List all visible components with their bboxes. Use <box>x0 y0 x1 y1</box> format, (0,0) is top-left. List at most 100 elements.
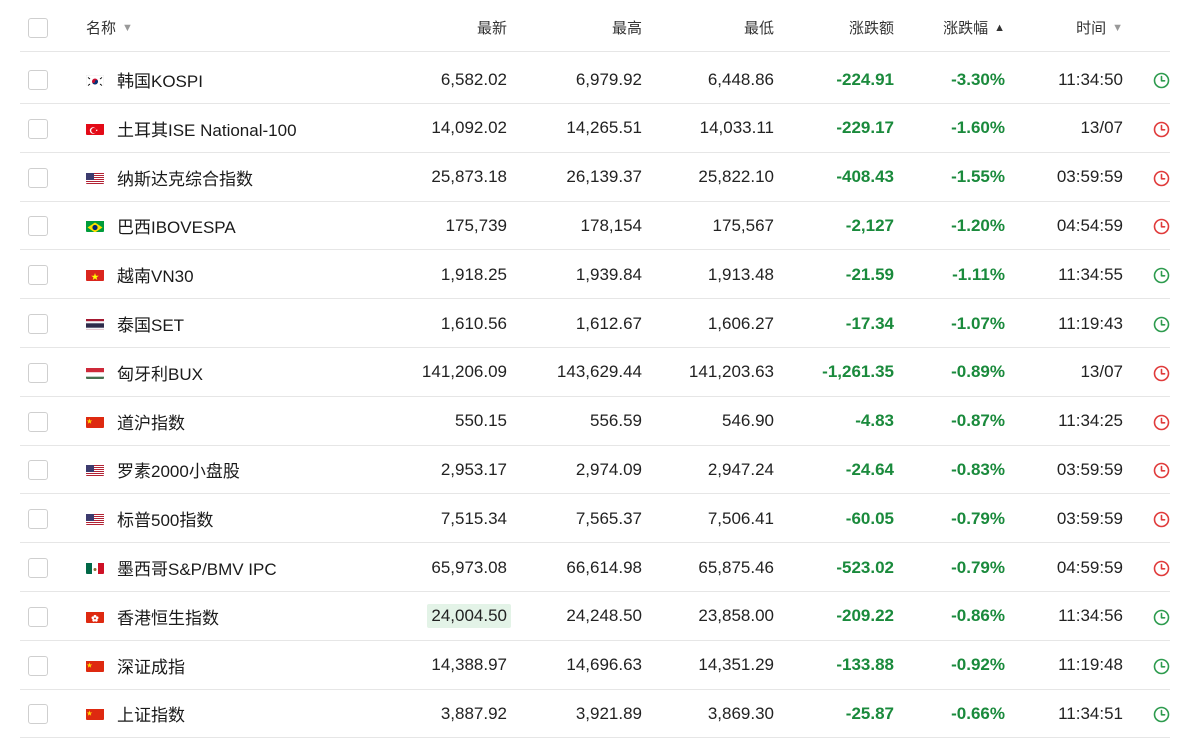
market-closed-clock-icon[interactable] <box>1153 560 1170 577</box>
index-name-cell[interactable]: 泰国SET <box>86 300 184 347</box>
row-checkbox[interactable] <box>28 118 48 139</box>
header-low[interactable]: 最低 <box>744 4 774 51</box>
index-name[interactable]: 巴西IBOVESPA <box>117 213 236 238</box>
index-name-cell[interactable]: 上证指数 <box>86 690 185 737</box>
index-name[interactable]: 纳斯达克综合指数 <box>117 165 253 190</box>
row-checkbox[interactable] <box>28 411 48 432</box>
header-high-label: 最高 <box>611 20 642 37</box>
last-price: 1,918.25 <box>441 251 507 298</box>
index-name[interactable]: 道沪指数 <box>117 409 185 434</box>
change-value: -229.17 <box>836 118 894 138</box>
row-checkbox[interactable] <box>28 362 48 383</box>
index-name[interactable]: 罗素2000小盘股 <box>117 457 240 482</box>
index-name-cell[interactable]: 土耳其ISE National-100 <box>86 105 297 152</box>
row-checkbox[interactable] <box>28 606 48 627</box>
last-price-value: 14,092.02 <box>431 118 507 138</box>
sort-down-icon[interactable]: ▼ <box>122 22 133 34</box>
index-name-cell[interactable]: 标普500指数 <box>86 495 213 542</box>
table-row[interactable]: 罗素2000小盘股 2,953.17 2,974.09 2,947.24 -24.64 -… <box>20 446 1170 495</box>
index-name-cell[interactable]: 墨西哥S&P/BMV IPC <box>86 544 277 591</box>
high-price: 6,979.92 <box>575 69 642 89</box>
table-row[interactable]: 纳斯达克综合指数 25,873.18 26,139.37 25,822.10 -408.… <box>20 154 1170 202</box>
change-value: -1,261.35 <box>822 362 894 382</box>
row-checkbox[interactable] <box>28 460 48 481</box>
index-name-cell[interactable]: 巴西IBOVESPA <box>86 202 236 249</box>
sort-up-icon[interactable]: ▲ <box>994 22 1005 34</box>
market-open-clock-icon[interactable] <box>1153 658 1170 675</box>
table-row[interactable]: 标普500指数 7,515.34 7,565.37 7,506.41 -60.05 -0.… <box>20 495 1170 544</box>
change-percent: -3.30% <box>951 69 1005 89</box>
index-name[interactable]: 墨西哥S&P/BMV IPC <box>117 555 277 580</box>
index-name[interactable]: 标普500指数 <box>117 506 213 531</box>
row-checkbox[interactable] <box>28 167 48 188</box>
index-name[interactable]: 匈牙利BUX <box>117 360 203 385</box>
index-name[interactable]: 泰国SET <box>117 311 184 336</box>
market-closed-clock-icon[interactable] <box>1153 170 1170 187</box>
index-name[interactable]: 韩国KOSPI <box>117 67 203 92</box>
change-percent: -0.86% <box>951 606 1005 626</box>
market-closed-clock-icon[interactable] <box>1153 511 1170 528</box>
table-row[interactable]: 道沪指数 550.15 556.59 546.90 -4.83 -0.87% 11:34:2… <box>20 398 1170 446</box>
change-percent: -0.83% <box>951 459 1005 479</box>
change-percent: -1.20% <box>951 215 1005 235</box>
table-row[interactable]: 泰国SET 1,610.56 1,612.67 1,606.27 -17.34 -1.07… <box>20 300 1170 348</box>
market-open-clock-icon[interactable] <box>1153 267 1170 284</box>
header-change[interactable]: 涨跌额 <box>849 4 894 51</box>
table-row[interactable]: 上证指数 3,887.92 3,921.89 3,869.30 -25.87 -0.66%… <box>20 690 1170 739</box>
index-name[interactable]: 上证指数 <box>117 701 185 726</box>
header-high[interactable]: 最高 <box>612 4 642 51</box>
index-name[interactable]: 越南VN30 <box>117 262 194 287</box>
last-price: 25,873.18 <box>431 154 507 201</box>
table-row[interactable]: 香港恒生指数 24,004.50 24,248.50 23,858.00 -209.22… <box>20 593 1170 641</box>
row-checkbox[interactable] <box>28 265 48 286</box>
table-row[interactable]: 越南VN30 1,918.25 1,939.84 1,913.48 -21.59 -1.1… <box>20 251 1170 300</box>
select-all-checkbox[interactable] <box>28 18 48 38</box>
header-time[interactable]: 时间 ▼ <box>1076 4 1123 51</box>
us-flag-icon <box>86 512 104 526</box>
row-checkbox[interactable] <box>28 655 48 676</box>
header-last[interactable]: 最新 <box>477 4 507 51</box>
index-name-cell[interactable]: 罗素2000小盘股 <box>86 446 240 493</box>
index-name[interactable]: 土耳其ISE National-100 <box>117 116 297 141</box>
market-closed-clock-icon[interactable] <box>1153 462 1170 479</box>
sort-down-icon[interactable]: ▼ <box>1112 22 1123 34</box>
table-row[interactable]: 墨西哥S&P/BMV IPC 65,973.08 66,614.98 65,875.4… <box>20 544 1170 592</box>
row-checkbox[interactable] <box>28 70 48 90</box>
market-open-clock-icon[interactable] <box>1153 316 1170 333</box>
market-closed-clock-icon[interactable] <box>1153 218 1170 235</box>
table-row[interactable]: 韩国KOSPI 6,582.02 6,979.92 6,448.86 -224.91 -3… <box>20 56 1170 104</box>
index-name-cell[interactable]: 越南VN30 <box>86 251 194 298</box>
header-low-label: 最低 <box>743 20 774 37</box>
index-name-cell[interactable]: 深证成指 <box>86 642 185 689</box>
index-name-cell[interactable]: 匈牙利BUX <box>86 349 203 396</box>
market-open-clock-icon[interactable] <box>1153 609 1170 626</box>
index-name[interactable]: 深证成指 <box>117 653 185 678</box>
index-name-cell[interactable]: 韩国KOSPI <box>86 56 203 103</box>
market-closed-clock-icon[interactable] <box>1153 365 1170 382</box>
table-row[interactable]: 巴西IBOVESPA 175,739 178,154 175,567 -2,127 -1.… <box>20 202 1170 251</box>
market-closed-clock-icon[interactable] <box>1153 414 1170 431</box>
index-name[interactable]: 香港恒生指数 <box>117 604 219 629</box>
header-change-label: 涨跌额 <box>848 20 894 37</box>
row-checkbox[interactable] <box>28 704 48 725</box>
header-change-pct[interactable]: 涨跌幅 ▲ <box>943 4 1005 51</box>
table-row[interactable]: 深证成指 14,388.97 14,696.63 14,351.29 -133.88 -0… <box>20 642 1170 690</box>
index-name-cell[interactable]: 纳斯达克综合指数 <box>86 154 253 201</box>
header-change-pct-label: 涨跌幅 <box>943 20 989 37</box>
row-checkbox[interactable] <box>28 216 48 237</box>
high-price: 24,248.50 <box>566 606 642 626</box>
table-row[interactable]: 匈牙利BUX 141,206.09 143,629.44 141,203.63 -1,2… <box>20 349 1170 397</box>
market-open-clock-icon[interactable] <box>1153 706 1170 723</box>
header-name[interactable]: 名称 ▼ <box>86 4 133 51</box>
last-price: 141,206.09 <box>422 349 507 396</box>
low-price: 6,448.86 <box>707 69 774 89</box>
row-checkbox[interactable] <box>28 558 48 578</box>
market-closed-clock-icon[interactable] <box>1153 121 1170 138</box>
change-percent: -0.87% <box>951 411 1005 431</box>
row-checkbox[interactable] <box>28 314 48 334</box>
row-checkbox[interactable] <box>28 509 48 530</box>
index-name-cell[interactable]: 香港恒生指数 <box>86 593 219 640</box>
index-name-cell[interactable]: 道沪指数 <box>86 398 185 445</box>
market-open-clock-icon[interactable] <box>1153 72 1170 89</box>
table-row[interactable]: 土耳其ISE National-100 14,092.02 14,265.51 14,… <box>20 105 1170 153</box>
